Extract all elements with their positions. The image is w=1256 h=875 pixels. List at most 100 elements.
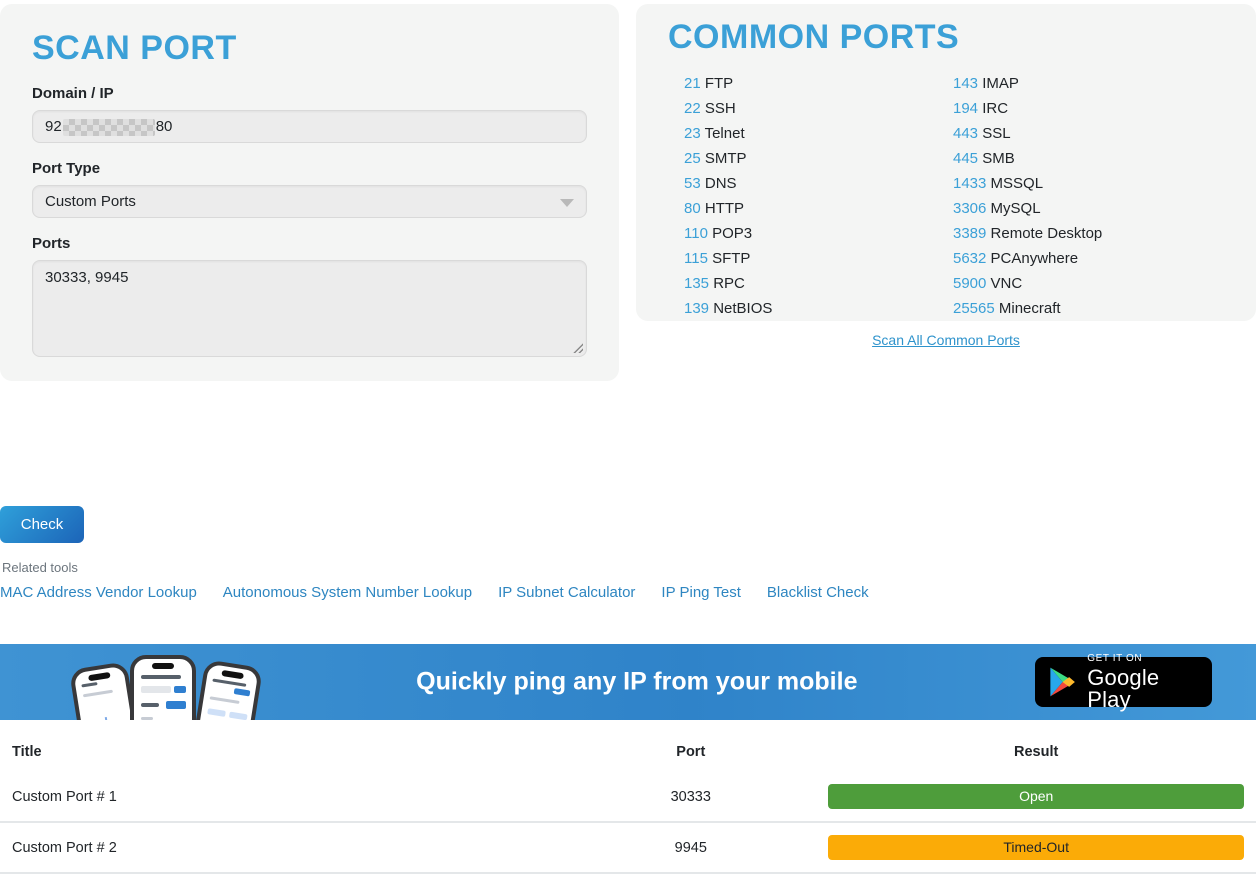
port-number-link[interactable]: 80 — [684, 200, 701, 217]
common-port-item: 110 POP3 — [684, 221, 953, 246]
domain-ip-label: Domain / IP — [32, 85, 587, 102]
result-cell: Timed-Out — [816, 822, 1256, 873]
related-tool-link[interactable]: MAC Address Vendor Lookup — [0, 584, 197, 601]
scan-all-wrapper: Scan All Common Ports — [636, 332, 1256, 348]
google-play-text: GET IT ON Google Play — [1087, 654, 1198, 711]
common-port-item: 143 IMAP — [953, 71, 1224, 96]
related-tool-link[interactable]: Autonomous System Number Lookup — [223, 584, 472, 601]
port-number-link[interactable]: 25 — [684, 150, 701, 167]
domain-ip-input[interactable]: 92 80 — [32, 110, 587, 143]
port-service-name: VNC — [986, 275, 1022, 292]
google-play-get-it-on: GET IT ON — [1087, 654, 1198, 664]
port-service-name: RPC — [709, 275, 745, 292]
port-number-link[interactable]: 3306 — [953, 200, 986, 217]
port-number-link[interactable]: 1433 — [953, 175, 986, 192]
common-port-item: 194 IRC — [953, 96, 1224, 121]
common-ports-column: COMMON PORTS 21 FTP22 SSH23 Telnet25 SMT… — [636, 4, 1256, 381]
common-port-item: 53 DNS — [684, 171, 953, 196]
related-tool-link[interactable]: Blacklist Check — [767, 584, 869, 601]
port-number-link[interactable]: 110 — [684, 225, 708, 242]
common-port-item: 115 SFTP — [684, 246, 953, 271]
port-number-link[interactable]: 443 — [953, 125, 978, 142]
common-port-item: 3306 MySQL — [953, 196, 1224, 221]
port-service-name: NetBIOS — [709, 300, 772, 317]
port-service-name: SFTP — [708, 250, 751, 267]
port-service-name: FTP — [701, 75, 734, 92]
resize-handle-icon[interactable] — [571, 341, 583, 353]
port-number-link[interactable]: 25565 — [953, 300, 995, 317]
phone-center — [130, 655, 196, 720]
chevron-down-icon — [560, 199, 574, 207]
common-port-item: 5900 VNC — [953, 271, 1224, 296]
port-type-selected-value: Custom Ports — [45, 193, 136, 210]
ports-value: 30333, 9945 — [45, 269, 128, 286]
port-service-name: POP3 — [708, 225, 752, 242]
common-port-item: 135 RPC — [684, 271, 953, 296]
common-port-item: 22 SSH — [684, 96, 953, 121]
phone-right — [187, 659, 263, 720]
port-service-name: Remote Desktop — [986, 225, 1102, 242]
banner-headline: Quickly ping any IP from your mobile — [416, 668, 857, 697]
port-number-link[interactable]: 194 — [953, 100, 978, 117]
header-result: Result — [816, 720, 1256, 772]
result-port: 30333 — [565, 772, 816, 822]
port-service-name: DNS — [701, 175, 737, 192]
google-play-badge[interactable]: GET IT ON Google Play — [1035, 657, 1212, 707]
port-number-link[interactable]: 143 — [953, 75, 978, 92]
common-port-item: 3389 Remote Desktop — [953, 221, 1224, 246]
common-ports-panel: COMMON PORTS 21 FTP22 SSH23 Telnet25 SMT… — [636, 4, 1256, 321]
port-number-link[interactable]: 139 — [684, 300, 709, 317]
port-number-link[interactable]: 53 — [684, 175, 701, 192]
header-title: Title — [0, 720, 565, 772]
port-service-name: PCAnywhere — [986, 250, 1078, 267]
result-title: Custom Port # 2 — [0, 822, 565, 873]
phones-illustration — [78, 649, 258, 720]
port-service-name: HTTP — [701, 200, 744, 217]
common-port-item: 5632 PCAnywhere — [953, 246, 1224, 271]
domain-ip-redacted-mask — [63, 119, 155, 136]
port-service-name: Minecraft — [995, 300, 1061, 317]
port-number-link[interactable]: 115 — [684, 250, 708, 267]
result-title: Custom Port # 1 — [0, 772, 565, 822]
related-tool-link[interactable]: IP Ping Test — [661, 584, 741, 601]
domain-ip-value-suffix: 80 — [156, 118, 173, 135]
port-number-link[interactable]: 21 — [684, 75, 701, 92]
port-number-link[interactable]: 23 — [684, 125, 701, 142]
port-type-select[interactable]: Custom Ports — [32, 185, 587, 218]
port-number-link[interactable]: 445 — [953, 150, 978, 167]
port-service-name: MySQL — [986, 200, 1040, 217]
scan-port-panel: SCAN PORT Domain / IP 9280 Port Type Cus… — [0, 4, 619, 381]
ports-textarea[interactable]: 30333, 9945 — [32, 260, 587, 357]
common-ports-title: COMMON PORTS — [668, 18, 1224, 57]
port-number-link[interactable]: 22 — [684, 100, 701, 117]
mobile-app-banner[interactable]: Quickly ping any IP from your mobile GET… — [0, 644, 1256, 720]
domain-ip-value-prefix: 92 — [45, 118, 62, 135]
port-number-link[interactable]: 135 — [684, 275, 709, 292]
common-ports-left-column: 21 FTP22 SSH23 Telnet25 SMTP53 DNS80 HTT… — [684, 71, 953, 321]
related-tool-link[interactable]: IP Subnet Calculator — [498, 584, 635, 601]
port-number-link[interactable]: 5900 — [953, 275, 986, 292]
result-status-badge: Timed-Out — [828, 835, 1244, 860]
common-port-item: 25 SMTP — [684, 146, 953, 171]
common-port-item: 139 NetBIOS — [684, 296, 953, 321]
port-number-link[interactable]: 3389 — [953, 225, 986, 242]
port-service-name: IMAP — [978, 75, 1019, 92]
port-service-name: SSH — [701, 100, 736, 117]
result-cell: Open — [816, 772, 1256, 822]
port-number-link[interactable]: 5632 — [953, 250, 986, 267]
common-port-item: 1433 MSSQL — [953, 171, 1224, 196]
google-play-icon — [1049, 665, 1076, 699]
common-port-item: 21 FTP — [684, 71, 953, 96]
common-ports-right-column: 143 IMAP194 IRC443 SSL445 SMB1433 MSSQL3… — [953, 71, 1224, 321]
port-service-name: Telnet — [701, 125, 745, 142]
scan-all-common-ports-link[interactable]: Scan All Common Ports — [872, 332, 1020, 348]
common-ports-grid: 21 FTP22 SSH23 Telnet25 SMTP53 DNS80 HTT… — [684, 71, 1224, 321]
related-tools-links: MAC Address Vendor Lookup Autonomous Syst… — [0, 584, 1256, 601]
header-port: Port — [565, 720, 816, 772]
common-port-item: 443 SSL — [953, 121, 1224, 146]
check-button[interactable]: Check — [0, 506, 84, 543]
scan-results-table: Title Port Result Custom Port # 130333Op… — [0, 720, 1256, 874]
google-play-label: Google Play — [1087, 667, 1198, 711]
scan-port-title: SCAN PORT — [32, 29, 587, 68]
related-tools-label: Related tools — [0, 560, 1256, 575]
